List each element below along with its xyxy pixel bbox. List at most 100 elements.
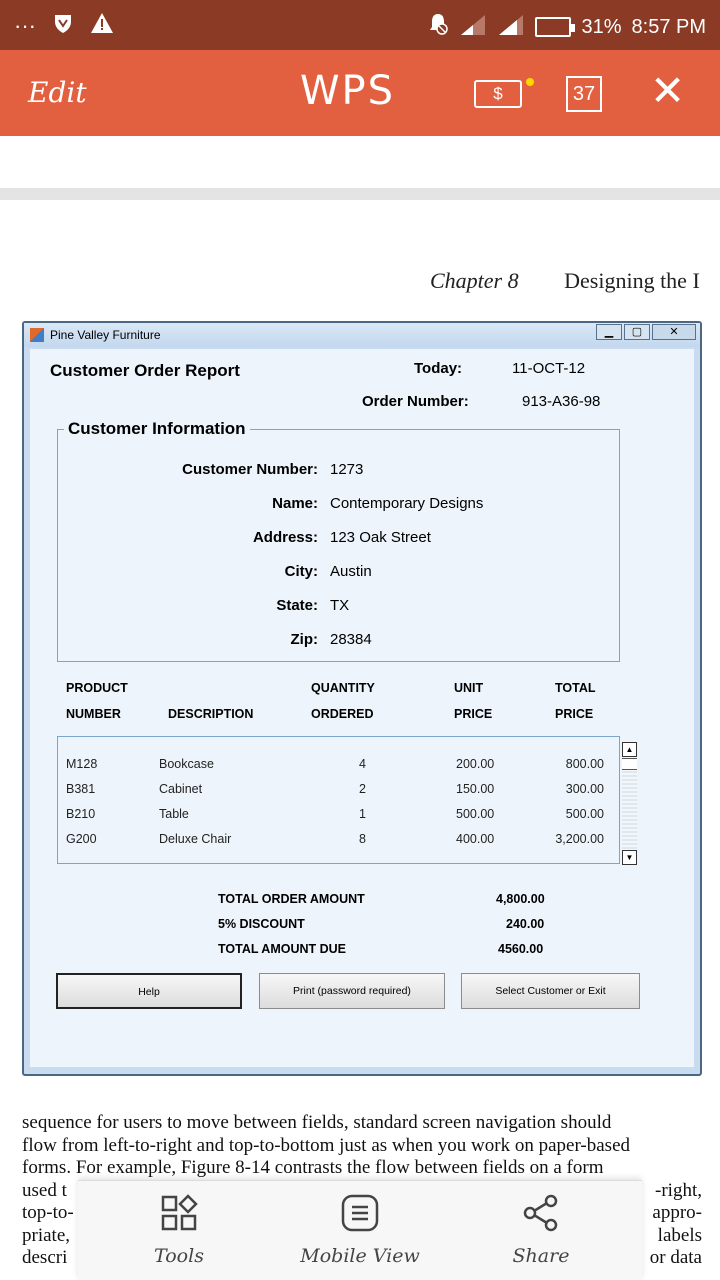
body-fragment: appro- — [652, 1202, 702, 1223]
discount-value: 240.00 — [506, 917, 545, 931]
row-3-total-price: 3,200.00 — [555, 832, 604, 846]
customer-number-value: 1273 — [330, 461, 364, 478]
share-button[interactable]: Share — [466, 1193, 616, 1267]
wps-logo: WPS — [300, 68, 396, 114]
row-0-unit-price: 200.00 — [456, 757, 495, 771]
tools-button[interactable]: Tools — [104, 1193, 254, 1267]
body-line: sequence for users to move between field… — [22, 1112, 612, 1133]
status-right: 31% 8:57 PM — [427, 12, 706, 42]
mobile-view-icon — [285, 1193, 435, 1233]
scroll-up-icon[interactable]: ▲ — [622, 742, 637, 757]
row-3-description: Deluxe Chair — [159, 832, 232, 846]
edit-button[interactable]: Edit — [28, 76, 87, 109]
order-number-value: 913-A36-98 — [522, 393, 601, 410]
app-bar: Edit WPS $ 37 ✕ — [0, 50, 720, 136]
col-quantity-2: ORDERED — [311, 707, 374, 721]
money-icon[interactable]: $ — [474, 80, 522, 108]
body-fragment: or data — [649, 1247, 702, 1268]
chapter-title: Designing the I — [564, 268, 700, 293]
row-3-quantity: 8 — [359, 832, 366, 846]
col-total-2: PRICE — [555, 707, 594, 721]
warning-icon — [90, 12, 114, 40]
row-1-total-price: 300.00 — [565, 782, 604, 796]
row-0-quantity: 4 — [359, 757, 366, 771]
state-value: TX — [330, 597, 350, 614]
state-label: State: — [276, 597, 318, 614]
today-label: Today: — [414, 360, 463, 377]
body-fragment: used t — [22, 1179, 67, 1201]
bottom-toolbar: Tools Mobile View Share — [78, 1180, 642, 1280]
row-3-product: G200 — [66, 832, 97, 846]
scroll-down-icon[interactable]: ▼ — [622, 850, 637, 865]
notification-dot — [526, 78, 534, 86]
list-scrollbar[interactable]: ▲ ▼ — [622, 742, 637, 865]
row-0-total-price: 800.00 — [565, 757, 604, 771]
scroll-thumb[interactable] — [622, 758, 637, 770]
minimize-icon[interactable]: ▁ — [596, 324, 622, 340]
zip-value: 28384 — [330, 631, 372, 648]
body-fragment: descri — [22, 1247, 68, 1268]
row-0-product: M128 — [66, 757, 98, 771]
row-2-quantity: 1 — [359, 807, 366, 821]
row-1-quantity: 2 — [359, 782, 366, 796]
window-titlebar: Pine Valley Furniture ▁ ▢ ✕ — [24, 323, 700, 347]
clock: 8:57 PM — [631, 15, 706, 38]
row-0-description: Bookcase — [159, 757, 214, 771]
help-button[interactable]: Help — [56, 973, 242, 1009]
page-count-button[interactable]: 37 — [566, 76, 602, 112]
col-unit-1: UNIT — [454, 681, 484, 695]
city-label: City: — [284, 563, 318, 580]
address-label: Address: — [252, 529, 318, 546]
body-fragment: top-to- — [22, 1202, 74, 1223]
col-total-1: TOTAL — [555, 681, 596, 695]
window-client: Customer Order Report Today: 11-OCT-12 O… — [30, 349, 694, 1067]
tools-icon — [104, 1193, 254, 1233]
amount-due-label: TOTAL AMOUNT DUE — [218, 942, 347, 956]
status-left: ··· — [14, 12, 114, 40]
order-report-window: Pine Valley Furniture ▁ ▢ ✕ Customer Ord… — [22, 321, 702, 1076]
window-title: Pine Valley Furniture — [50, 328, 161, 342]
customer-info-label: Customer Information — [64, 419, 250, 439]
app-window-icon — [30, 328, 44, 342]
today-value: 11-OCT-12 — [512, 360, 586, 377]
city-value: Austin — [330, 563, 372, 580]
body-line: flow from left-to-right and top-to-botto… — [22, 1134, 631, 1156]
window-controls: ▁ ▢ ✕ — [596, 324, 696, 340]
tools-label: Tools — [154, 1245, 204, 1267]
mobile-view-label: Mobile View — [300, 1245, 420, 1267]
share-icon — [466, 1193, 616, 1233]
body-fragment: labels — [657, 1224, 702, 1246]
mobile-view-button[interactable]: Mobile View — [285, 1193, 435, 1267]
row-2-unit-price: 500.00 — [456, 807, 495, 821]
row-2-product: B210 — [66, 807, 96, 821]
row-2-total-price: 500.00 — [565, 807, 604, 821]
row-2-description: Table — [159, 807, 189, 821]
total-order-value: 4,800.00 — [496, 892, 545, 906]
row-1-product: B381 — [66, 782, 96, 796]
body-line: forms. For example, Figure 8-14 contrast… — [22, 1157, 604, 1178]
close-icon[interactable]: ✕ — [650, 70, 685, 112]
print-button[interactable]: Print (password required) — [259, 973, 445, 1009]
window-close-icon[interactable]: ✕ — [652, 324, 696, 340]
page-separator — [0, 188, 720, 200]
col-description: DESCRIPTION — [168, 707, 254, 721]
status-bar: ··· 31% 8:57 PM — [0, 0, 720, 50]
share-label: Share — [512, 1245, 570, 1267]
row-1-description: Cabinet — [159, 782, 203, 796]
name-label: Name: — [272, 495, 318, 512]
col-unit-2: PRICE — [454, 707, 493, 721]
name-value: Contemporary Designs — [330, 495, 484, 512]
chapter-label: Chapter 8 — [430, 268, 519, 293]
more-dots: ··· — [14, 13, 36, 38]
battery-percent: 31% — [581, 15, 622, 38]
body-fragment: priate, — [22, 1224, 71, 1246]
row-3-unit-price: 400.00 — [456, 832, 495, 846]
amount-due-value: 4560.00 — [498, 942, 544, 956]
discount-label: 5% DISCOUNT — [218, 917, 305, 931]
total-order-label: TOTAL ORDER AMOUNT — [218, 892, 365, 906]
select-customer-button[interactable]: Select Customer or Exit — [461, 973, 640, 1009]
zip-label: Zip: — [290, 631, 319, 648]
col-product-1: PRODUCT — [66, 681, 128, 695]
battery-icon — [535, 17, 576, 37]
maximize-icon[interactable]: ▢ — [624, 324, 650, 340]
